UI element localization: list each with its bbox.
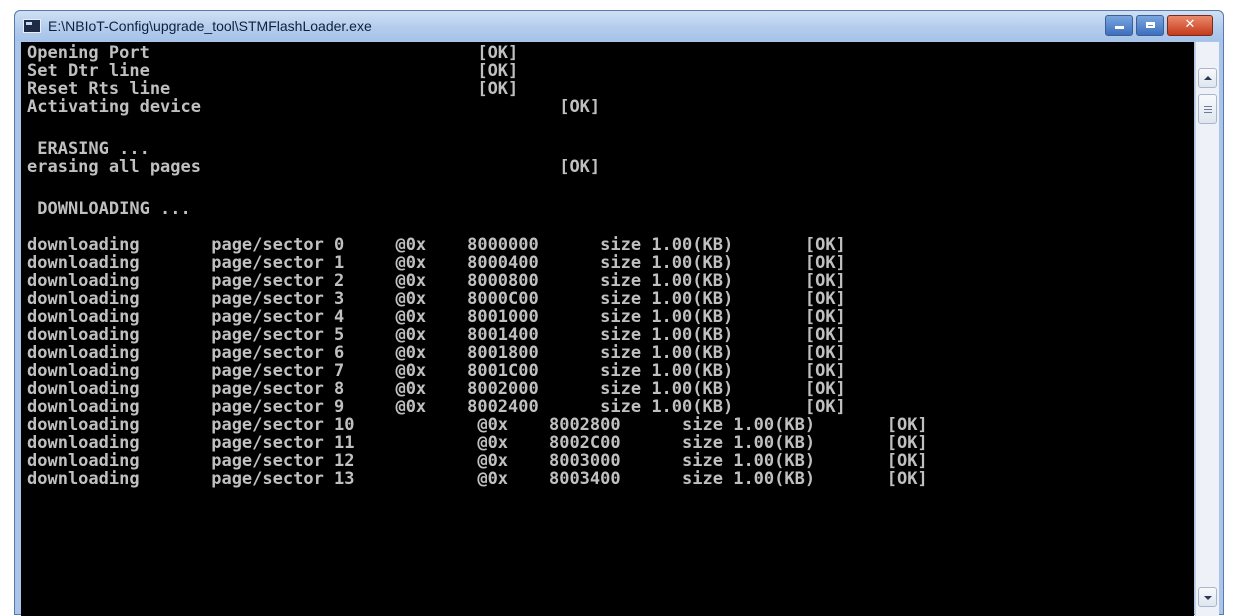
console-line: Activating device [OK] [27, 97, 601, 117]
scroll-down-button[interactable] [1198, 587, 1217, 607]
grip-icon [1204, 112, 1212, 113]
console-line: downloading page/sector 12 @0x 8003000 s… [27, 451, 928, 471]
console-line: downloading page/sector 11 @0x 8002C00 s… [27, 433, 928, 453]
console-line: downloading page/sector 9 @0x 8002400 si… [27, 397, 846, 417]
console-output: Opening Port [OK] Set Dtr line [OK] Rese… [21, 42, 1194, 616]
scroll-down-icon [1204, 596, 1212, 600]
console-app-icon[interactable] [23, 19, 41, 33]
console-line: downloading page/sector 3 @0x 8000C00 si… [27, 289, 846, 309]
console-line: Reset Rts line [OK] [27, 79, 519, 99]
vertical-scrollbar[interactable] [1195, 42, 1219, 616]
console-line: Set Dtr line [OK] [27, 61, 519, 81]
minimize-icon [1114, 26, 1124, 29]
close-icon: ✕ [1184, 17, 1196, 32]
console-line: downloading page/sector 6 @0x 8001800 si… [27, 343, 846, 363]
scroll-up-icon [1204, 76, 1212, 80]
console-line: erasing all pages [OK] [27, 157, 601, 177]
console-line: downloading page/sector 7 @0x 8001C00 si… [27, 361, 846, 381]
console-line: downloading page/sector 1 @0x 8000400 si… [27, 253, 846, 273]
console-line: Opening Port [OK] [27, 43, 519, 63]
scrollbar-thumb[interactable] [1198, 94, 1217, 124]
console-line: downloading page/sector 8 @0x 8002000 si… [27, 379, 846, 399]
window-title: E:\NBIoT-Config\upgrade_tool\STMFlashLoa… [48, 18, 372, 34]
maximize-icon [1145, 22, 1155, 28]
grip-icon [1204, 106, 1212, 107]
close-button[interactable]: ✕ [1167, 15, 1213, 36]
scroll-up-button[interactable] [1198, 68, 1217, 88]
grip-icon [1204, 109, 1212, 110]
console-window: E:\NBIoT-Config\upgrade_tool\STMFlashLoa… [14, 10, 1224, 616]
console-line: downloading page/sector 13 @0x 8003400 s… [27, 469, 928, 489]
console-line: downloading page/sector 2 @0x 8000800 si… [27, 271, 846, 291]
minimize-button[interactable] [1105, 15, 1133, 36]
console-line: downloading page/sector 5 @0x 8001400 si… [27, 325, 846, 345]
console-line: downloading page/sector 4 @0x 8001000 si… [27, 307, 846, 327]
console-line: downloading page/sector 10 @0x 8002800 s… [27, 415, 928, 435]
console-line: DOWNLOADING ... [27, 199, 191, 219]
maximize-button[interactable] [1136, 15, 1164, 36]
console-line: ERASING ... [27, 139, 150, 159]
console-line: downloading page/sector 0 @0x 8000000 si… [27, 235, 846, 255]
title-bar[interactable]: E:\NBIoT-Config\upgrade_tool\STMFlashLoa… [15, 11, 1223, 41]
